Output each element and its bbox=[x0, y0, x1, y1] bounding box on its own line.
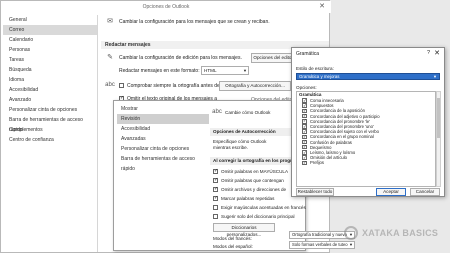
compose-format-label: Redactar mensajes en este formato: bbox=[119, 68, 200, 74]
nav-item-tasks[interactable]: Tareas bbox=[3, 55, 97, 65]
nav-item-mail[interactable]: Correo bbox=[3, 25, 97, 35]
option-checkbox[interactable] bbox=[302, 160, 307, 166]
options-scrollbar[interactable] bbox=[436, 91, 441, 187]
spellcheck-checkbox[interactable] bbox=[119, 83, 124, 88]
nav-item-customize-ribbon[interactable]: Personalizar cinta de opciones bbox=[3, 105, 97, 115]
compose-icon: ✎ bbox=[107, 54, 113, 61]
watermark-circle-icon bbox=[344, 226, 358, 240]
autocorrect-desc: Especifique cómo Outlook bbox=[213, 139, 267, 144]
nav-item-quick-access[interactable]: Barra de herramientas de acceso rápido bbox=[3, 115, 97, 133]
ignore-internet-label: Omitir archivos y direcciones de bbox=[221, 187, 287, 192]
rev-nav-display[interactable]: Mostrar bbox=[117, 104, 209, 114]
ignore-uppercase-checkbox[interactable] bbox=[213, 168, 218, 174]
ignore-uppercase-label: Omitir palabras en MAYÚSCULA bbox=[221, 169, 289, 174]
cancel-button[interactable]: Cancelar bbox=[410, 188, 440, 196]
french-modes-label: Modos del francés: bbox=[213, 236, 252, 241]
nav-item-language[interactable]: Idioma bbox=[3, 75, 97, 85]
flag-repeated-checkbox[interactable] bbox=[213, 195, 218, 201]
rev-nav-customize-ribbon[interactable]: Personalizar cinta de opciones bbox=[117, 144, 209, 154]
chevron-down-icon: ▼ bbox=[433, 74, 437, 79]
list-item[interactable]: Prefijos bbox=[297, 160, 435, 165]
reset-all-button[interactable]: Restablecer todo bbox=[296, 188, 334, 196]
autocorrect-desc-2: mientras escribe. bbox=[213, 145, 248, 150]
grammar-options-list: Gramática Coma innecesaria Compuestos Co… bbox=[296, 91, 436, 187]
rev-nav-accessibility[interactable]: Accesibilidad bbox=[117, 124, 209, 134]
nav-item-addins[interactable]: Complementos bbox=[3, 125, 97, 135]
intro-text: Cambiar la configuración para los mensaj… bbox=[119, 19, 270, 25]
autocorrect-section-header: Opciones de Autocorrección bbox=[210, 128, 304, 136]
french-accents-label: Exigir mayúsculas acentuadas en francés bbox=[221, 205, 306, 210]
nav-item-advanced[interactable]: Avanzado bbox=[3, 95, 97, 105]
main-dict-only-checkbox[interactable] bbox=[213, 214, 218, 219]
dialog-title: Gramática bbox=[296, 51, 320, 57]
writing-style-select[interactable]: Gramática y mejoras ▼ bbox=[296, 73, 440, 80]
rev-nav-quick-access[interactable]: Barra de herramientas de acceso rápido bbox=[117, 154, 209, 172]
watermark-text: XATAKA BASICS bbox=[362, 228, 439, 238]
help-icon[interactable]: ? bbox=[427, 50, 430, 56]
spelling-autocorrect-button[interactable]: Ortografía y Autocorrección... bbox=[219, 81, 291, 91]
compose-format-select[interactable]: HTML ▼ bbox=[201, 66, 249, 75]
spelling-section-header: Al corregir la ortografía en los program… bbox=[210, 157, 304, 165]
nav-item-calendar[interactable]: Calendario bbox=[3, 35, 97, 45]
nav-item-general[interactable]: General bbox=[3, 15, 97, 25]
ignore-numbers-label: Omitir palabras que contengan bbox=[221, 178, 284, 183]
spellcheck-icon: abc bbox=[105, 82, 115, 88]
flag-repeated-label: Marcar palabras repetidas bbox=[221, 196, 275, 201]
ignore-internet-checkbox[interactable] bbox=[213, 186, 218, 192]
editor-options-nav: Mostrar Revisión Accesibilidad Avanzadas… bbox=[117, 104, 209, 249]
window-title: Opciones de Outlook bbox=[1, 1, 331, 13]
scrollbar-thumb[interactable] bbox=[437, 98, 440, 138]
close-icon[interactable]: ✕ bbox=[317, 2, 327, 12]
custom-dictionaries-button[interactable]: Diccionarios personalizados... bbox=[213, 223, 275, 237]
options-label: Opciones: bbox=[296, 85, 317, 90]
envelope-icon: ✉ bbox=[107, 18, 113, 25]
nav-item-search[interactable]: Búsqueda bbox=[3, 65, 97, 75]
watermark-logo: XATAKA BASICS bbox=[344, 226, 448, 244]
ignore-numbers-checkbox[interactable] bbox=[213, 177, 218, 183]
nav-item-accessibility[interactable]: Accesibilidad bbox=[3, 85, 97, 95]
main-dict-only-label: Sugerir solo del diccionario principal bbox=[221, 214, 295, 219]
chevron-down-icon: ▼ bbox=[243, 68, 247, 73]
proofing-panel: abc Cambie cómo Outlook Opciones de Auto… bbox=[210, 104, 306, 249]
grammar-settings-dialog: Gramática ? ✕ Estilo de escritura: Gramá… bbox=[291, 47, 445, 197]
editor-options-window: Mostrar Revisión Accesibilidad Avanzadas… bbox=[113, 100, 306, 251]
accept-button[interactable]: Aceptar bbox=[376, 188, 406, 196]
nav-item-people[interactable]: Personas bbox=[3, 45, 97, 55]
proofing-abc-icon: abc bbox=[212, 109, 222, 115]
spanish-modes-label: Modos del español: bbox=[213, 244, 253, 249]
rev-nav-advanced[interactable]: Avanzadas bbox=[117, 134, 209, 144]
rev-nav-proofing[interactable]: Revisión bbox=[117, 114, 209, 124]
close-icon[interactable]: ✕ bbox=[434, 49, 440, 57]
nav-item-trust-center[interactable]: Centro de confianza bbox=[3, 135, 97, 145]
writing-style-label: Estilo de escritura: bbox=[296, 66, 334, 71]
proofing-intro: Cambie cómo Outlook bbox=[225, 110, 271, 115]
french-accents-checkbox[interactable] bbox=[213, 205, 218, 210]
compose-desc: Cambiar la configuración de edición para… bbox=[119, 55, 242, 61]
options-nav: General Correo Calendario Personas Tarea… bbox=[3, 15, 98, 252]
